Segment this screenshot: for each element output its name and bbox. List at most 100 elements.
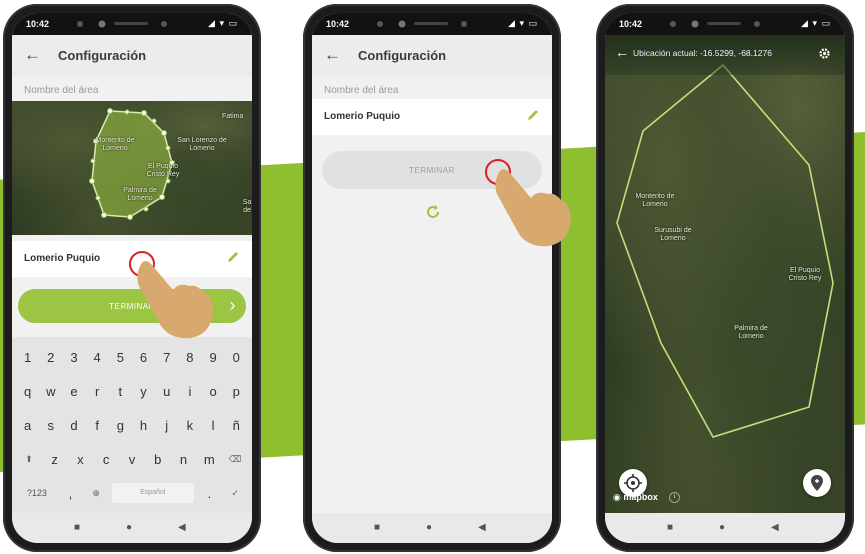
map-label: Sa de [242, 199, 252, 214]
status-bar: 10:42 ◢ ▾ ▭ [605, 13, 845, 35]
area-polygon [89, 108, 175, 220]
home-icon[interactable]: ● [426, 522, 432, 533]
status-time: 10:42 [619, 19, 643, 29]
pointing-hand-icon [495, 169, 571, 247]
key[interactable]: q [18, 384, 38, 399]
map-label: El Puquio Cristo Rey [788, 267, 822, 282]
key[interactable]: x [70, 452, 90, 467]
key[interactable]: r [87, 384, 107, 399]
back-arrow-icon[interactable]: ← [24, 45, 41, 65]
area-name-label: Nombre del área [324, 85, 399, 96]
gear-icon[interactable] [818, 47, 831, 60]
phone-1: 10:42 ◢ ▾ ▭ ← Configuración Nombre del á… [3, 4, 261, 552]
key[interactable]: 1 [18, 350, 38, 365]
area-name-field[interactable]: Lomerio Puquio [312, 99, 552, 135]
map-label: Monterito de Lomerio [95, 137, 135, 152]
map-label: Surusubi de Lomerio [654, 227, 692, 242]
key[interactable]: 0 [226, 350, 246, 365]
signal-wifi-battery-icon: ◢ ▾ ▭ [801, 18, 831, 28]
back-arrow-icon[interactable]: ← [615, 44, 629, 60]
key[interactable]: ñ [226, 418, 246, 433]
key[interactable]: k [180, 418, 200, 433]
period-key[interactable]: . [199, 486, 219, 501]
pointing-hand-icon [137, 261, 213, 339]
key[interactable]: e [64, 384, 84, 399]
info-icon[interactable]: i [669, 492, 680, 503]
key[interactable]: t [110, 384, 130, 399]
phone-2: 10:42 ◢ ▾ ▭ ← Configuración Nombre del á… [303, 4, 571, 552]
key[interactable]: f [87, 418, 107, 433]
key[interactable]: s [41, 418, 61, 433]
back-icon[interactable]: ◀ [178, 522, 186, 533]
notch-icon [77, 20, 167, 28]
key[interactable]: d [64, 418, 84, 433]
map-label: Fatima [222, 113, 244, 120]
recents-icon[interactable]: ■ [74, 522, 80, 533]
key[interactable]: c [96, 452, 116, 467]
key[interactable]: 4 [87, 350, 107, 365]
key[interactable]: v [122, 452, 142, 467]
key[interactable]: 6 [134, 350, 154, 365]
key[interactable]: 8 [180, 350, 200, 365]
key[interactable]: j [157, 418, 177, 433]
key[interactable]: w [41, 384, 61, 399]
map-label: San Lorenzo de Lomerio [177, 137, 227, 152]
back-icon[interactable]: ◀ [771, 522, 779, 533]
key[interactable]: y [134, 384, 154, 399]
map-label: Monterito de Lomerio [635, 193, 675, 208]
home-icon[interactable]: ● [126, 522, 132, 533]
key[interactable]: i [180, 384, 200, 399]
backspace-key-icon[interactable]: ⌫ [225, 454, 245, 465]
key[interactable]: m [199, 452, 219, 467]
back-icon[interactable]: ◀ [478, 522, 486, 533]
key[interactable]: 7 [157, 350, 177, 365]
key[interactable]: 2 [41, 350, 61, 365]
page-title: Configuración [358, 48, 447, 63]
satellite-map[interactable]: Monterito de Lomerio Surusubi de Lomerio… [605, 13, 845, 513]
symbols-key[interactable]: ?123 [19, 488, 55, 498]
signal-wifi-battery-icon: ◢ ▾ ▭ [508, 18, 538, 28]
system-nav-bar: ■ ● ◀ [605, 513, 845, 543]
key[interactable]: u [157, 384, 177, 399]
back-arrow-icon[interactable]: ← [324, 45, 341, 65]
key[interactable]: p [226, 384, 246, 399]
phone-3-screen: Monterito de Lomerio Surusubi de Lomerio… [605, 13, 845, 543]
signal-wifi-battery-icon: ◢ ▾ ▭ [208, 18, 238, 28]
phone-3: Monterito de Lomerio Surusubi de Lomerio… [596, 4, 854, 552]
key[interactable]: 9 [203, 350, 223, 365]
refresh-icon[interactable] [424, 203, 442, 221]
key[interactable]: 5 [110, 350, 130, 365]
add-pin-button[interactable] [803, 469, 831, 497]
key[interactable]: o [203, 384, 223, 399]
checkmark-key-icon[interactable]: ✓ [225, 488, 245, 499]
shift-key-icon[interactable]: ⬆ [19, 454, 39, 465]
space-key[interactable]: Español [111, 483, 194, 503]
key[interactable]: 3 [64, 350, 84, 365]
home-icon[interactable]: ● [719, 522, 725, 533]
map-label: El Puquio Cristo Rey [146, 163, 180, 178]
area-name-value: Lomerio Puquio [324, 111, 401, 122]
recents-icon[interactable]: ■ [667, 522, 673, 533]
status-time: 10:42 [326, 19, 350, 29]
area-name-value: Lomerio Puquio [24, 253, 101, 264]
comma-key[interactable]: , [60, 486, 80, 501]
key[interactable]: a [18, 418, 38, 433]
recents-icon[interactable]: ■ [374, 522, 380, 533]
keyboard-row-4: ⬆ z x c v b n m ⌫ [12, 445, 252, 473]
key[interactable]: n [173, 452, 193, 467]
key[interactable]: z [45, 452, 65, 467]
pencil-icon[interactable] [226, 250, 240, 264]
key[interactable]: b [148, 452, 168, 467]
map-label: Palmira de Lomerio [123, 187, 157, 202]
key[interactable]: g [110, 418, 130, 433]
mapbox-logo: ◉ mapbox [613, 492, 658, 502]
pencil-icon[interactable] [526, 108, 540, 122]
area-map-preview[interactable]: Fatima Monterito de Lomerio San Lorenzo … [12, 101, 252, 235]
key[interactable]: l [203, 418, 223, 433]
map-pin-plus-icon [811, 475, 823, 491]
map-label: Palmira de Lomerio [734, 325, 768, 340]
app-bar: ← Configuración [12, 35, 252, 77]
globe-key-icon[interactable]: ⊕ [86, 488, 106, 499]
key[interactable]: h [134, 418, 154, 433]
system-nav-bar: ■ ● ◀ [12, 513, 252, 543]
